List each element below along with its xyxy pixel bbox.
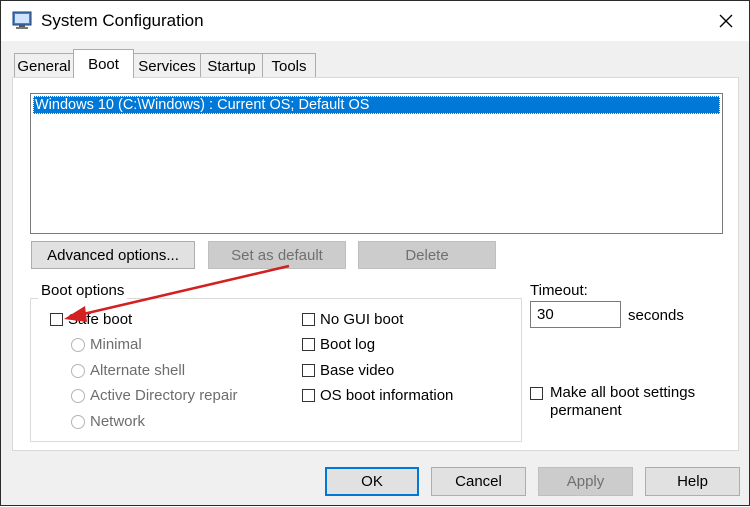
close-icon [719,14,733,28]
tab-general[interactable]: General [14,53,74,78]
tab-boot[interactable]: Boot [73,49,134,78]
radio-minimal[interactable]: Minimal [71,336,142,353]
radio-active-directory-repair[interactable]: Active Directory repair [71,387,238,404]
boot-log-checkbox[interactable]: Boot log [302,336,375,353]
checkbox-box[interactable] [530,387,543,400]
list-item[interactable]: Windows 10 (C:\Windows) : Current OS; De… [33,96,720,114]
advanced-options-button[interactable]: Advanced options... [31,241,195,269]
base-video-checkbox[interactable]: Base video [302,362,394,379]
radio-circle[interactable] [71,414,85,429]
radio-circle[interactable] [71,337,85,352]
os-boot-information-checkbox[interactable]: OS boot information [302,387,453,404]
title-bar: System Configuration [1,1,749,41]
tab-services[interactable]: Services [133,53,201,78]
radio-circle[interactable] [71,363,85,378]
safe-boot-checkbox[interactable]: Safe boot [50,311,132,328]
radio-network[interactable]: Network [71,413,145,430]
timeout-input[interactable]: 30 [530,301,621,328]
checkbox-box[interactable] [302,313,315,326]
system-configuration-window: System Configuration General Boot Servic… [0,0,750,506]
msconfig-app-icon [12,10,32,30]
window-title: System Configuration [41,11,204,30]
tab-tools[interactable]: Tools [262,53,316,78]
set-as-default-button[interactable]: Set as default [208,241,346,269]
no-gui-boot-checkbox[interactable]: No GUI boot [302,311,403,328]
checkbox-box[interactable] [302,338,315,351]
ok-button[interactable]: OK [325,467,419,496]
radio-circle[interactable] [71,388,85,403]
boot-options-label: Boot options [38,282,128,299]
timeout-label: Timeout: [530,282,588,299]
checkbox-box[interactable] [50,313,63,326]
checkbox-box[interactable] [302,364,315,377]
cancel-button[interactable]: Cancel [431,467,526,496]
delete-button[interactable]: Delete [358,241,496,269]
help-button[interactable]: Help [645,467,740,496]
timeout-unit: seconds [628,307,684,324]
close-button[interactable] [703,1,749,41]
boot-entries-list[interactable]: Windows 10 (C:\Windows) : Current OS; De… [30,93,723,234]
radio-alternate-shell[interactable]: Alternate shell [71,362,185,379]
tab-startup[interactable]: Startup [200,53,263,78]
checkbox-box[interactable] [302,389,315,402]
apply-button[interactable]: Apply [538,467,633,496]
